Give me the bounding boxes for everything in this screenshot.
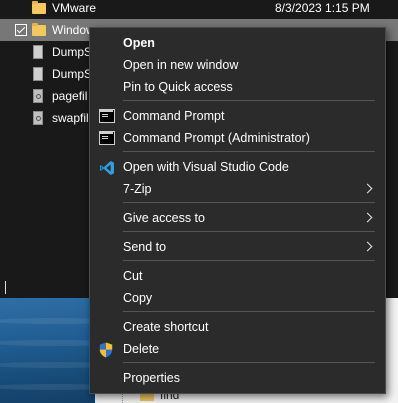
system-file-icon (33, 89, 43, 103)
uac-shield-icon (99, 342, 115, 358)
menu-item-open-new-window[interactable]: Open in new window (90, 54, 385, 76)
menu-item-copy[interactable]: Copy (90, 287, 385, 309)
file-name: VMware (52, 1, 97, 15)
file-date: 8/3/2023 1:15 PM (275, 1, 370, 15)
file-name: swapfil (52, 111, 89, 125)
document-icon (33, 67, 43, 81)
menu-separator (123, 100, 375, 101)
menu-item-properties[interactable]: Properties (90, 367, 385, 389)
menu-item-cut[interactable]: Cut (90, 265, 385, 287)
folder-icon (32, 23, 46, 36)
menu-item-label: Cut (123, 269, 143, 283)
file-name: DumpS (52, 67, 93, 81)
file-name: DumpS (52, 45, 93, 59)
menu-item-command-prompt[interactable]: Command Prompt (90, 105, 385, 127)
chevron-right-icon (362, 183, 373, 194)
context-menu: Open Open in new window Pin to Quick acc… (89, 27, 386, 394)
menu-item-give-access[interactable]: Give access to (90, 207, 385, 229)
menu-item-label: Give access to (123, 211, 205, 225)
menu-item-command-prompt-admin[interactable]: Command Prompt (Administrator) (90, 127, 385, 149)
menu-item-label: Pin to Quick access (123, 80, 233, 94)
menu-item-label: Command Prompt (Administrator) (123, 131, 310, 145)
menu-item-label: Create shortcut (123, 320, 209, 334)
menu-item-7zip[interactable]: 7-Zip (90, 178, 385, 200)
menu-separator (123, 151, 375, 152)
menu-item-open[interactable]: Open (90, 32, 385, 54)
vscode-icon (99, 160, 115, 175)
document-icon (33, 45, 43, 59)
menu-item-label: Delete (123, 342, 160, 356)
menu-item-label: Copy (123, 291, 153, 305)
command-prompt-icon (99, 109, 115, 123)
menu-item-send-to[interactable]: Send to (90, 236, 385, 258)
command-prompt-icon (99, 131, 115, 145)
menu-separator (123, 231, 375, 232)
menu-separator (123, 311, 375, 312)
menu-item-open-vscode[interactable]: Open with Visual Studio Code (90, 156, 385, 178)
menu-item-label: 7-Zip (123, 182, 152, 196)
file-row-vmware[interactable]: VMware 8/3/2023 1:15 PM (0, 0, 398, 19)
menu-item-label: Open (123, 36, 155, 50)
chevron-right-icon (362, 212, 373, 223)
file-name: pagefil (52, 89, 88, 103)
menu-item-label: Command Prompt (123, 109, 225, 123)
menu-item-pin-quick-access[interactable]: Pin to Quick access (90, 76, 385, 98)
text-caret (5, 281, 6, 294)
menu-item-create-shortcut[interactable]: Create shortcut (90, 316, 385, 338)
system-file-icon (33, 111, 43, 125)
desktop-wallpaper (0, 298, 95, 403)
folder-icon (32, 1, 46, 14)
chevron-right-icon (362, 241, 373, 252)
menu-separator (123, 260, 375, 261)
menu-item-label: Send to (123, 240, 167, 254)
menu-item-label: Open with Visual Studio Code (123, 160, 289, 174)
menu-item-delete[interactable]: Delete (90, 338, 385, 360)
menu-item-label: Properties (123, 371, 180, 385)
menu-separator (123, 202, 375, 203)
row-checkbox[interactable] (15, 24, 27, 36)
menu-separator (123, 362, 375, 363)
menu-item-label: Open in new window (123, 58, 239, 72)
